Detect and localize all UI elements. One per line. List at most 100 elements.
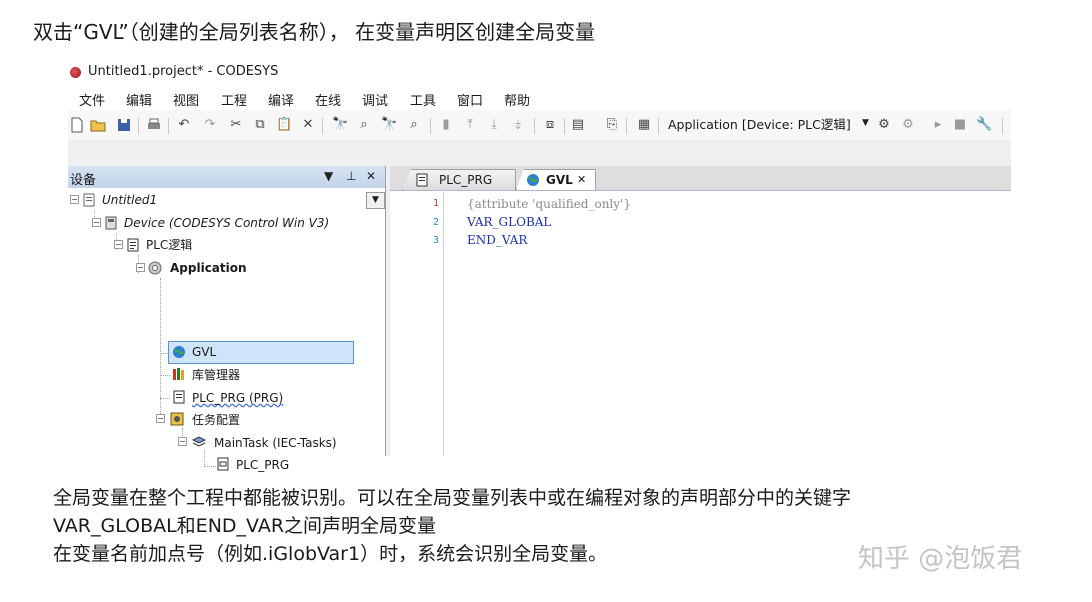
copy-icon[interactable]: ⧉ [252, 117, 268, 133]
find-replace-icon[interactable]: ⌕ [406, 117, 422, 133]
tab-label: PLC_PRG [439, 173, 493, 187]
line-number: 1 [432, 198, 439, 209]
tree-node-application[interactable]: Application [170, 259, 247, 277]
menu-help[interactable]: 帮助 [504, 90, 530, 109]
toolbar-band [68, 140, 1011, 166]
editor-tab-strip: PLC_PRG GVL ✕ [390, 166, 1011, 191]
menu-debug[interactable]: 调试 [362, 90, 388, 109]
caption-body: 全局变量在整个工程中都能被识别。可以在全局变量列表中或在编程对象的声明部分中的关… [53, 484, 851, 568]
task-layers-icon [192, 436, 206, 447]
collapse-toggle[interactable]: − [114, 240, 123, 249]
code-line-var-global[interactable]: VAR_GLOBAL [467, 215, 551, 229]
add-object-icon[interactable]: ▤ [570, 117, 586, 133]
start-icon[interactable]: ▸ [930, 117, 946, 133]
menu-window[interactable]: 窗口 [457, 90, 483, 109]
tree-node-task-plc-prg[interactable]: PLC_PRG [236, 456, 289, 474]
open-folder-icon[interactable] [90, 117, 106, 133]
devices-pane-header: 设备 ▼ ⊥ ✕ [68, 166, 385, 188]
caption-line: 全局变量在整个工程中都能被识别。可以在全局变量列表中或在编程对象的声明部分中的关… [53, 487, 852, 509]
collapse-toggle[interactable]: − [70, 195, 79, 204]
caption-line: 在变量名前加点号（例如.iGlobVar1）时，系统会识别全局变量。 [53, 543, 608, 565]
globe-icon [527, 174, 539, 186]
codesys-app-icon [70, 67, 81, 78]
close-icon[interactable]: ✕ [366, 169, 376, 183]
tree-node-plc-logic[interactable]: PLC逻辑 [146, 236, 192, 254]
replace-icon[interactable]: 🔭 [381, 117, 397, 133]
redo-icon[interactable]: ↷ [202, 117, 218, 133]
caption-line: VAR_GLOBAL和END_VAR之间声明全局变量 [53, 515, 437, 537]
menu-view[interactable]: 视图 [173, 90, 199, 109]
menu-file[interactable]: 文件 [79, 90, 105, 109]
tab-plc-prg[interactable]: PLC_PRG [402, 169, 516, 190]
chevron-down-icon[interactable]: ▼ [324, 169, 333, 183]
print-icon[interactable] [146, 117, 162, 133]
tree-node-device[interactable]: Device (CODESYS Control Win V3) [124, 214, 329, 232]
collapse-toggle[interactable]: − [156, 414, 165, 423]
devices-pane-title: 设备 [70, 173, 97, 188]
window-title: Untitled1.project* - CODESYS [88, 64, 279, 79]
program-icon [416, 173, 428, 187]
codesys-window: Untitled1.project* - CODESYS 文件 编辑 视图 工程… [68, 60, 1011, 472]
find-icon[interactable]: 🔭 [332, 117, 348, 133]
menu-project[interactable]: 工程 [221, 90, 247, 109]
library-books-icon [173, 368, 184, 380]
tree-dropdown-button[interactable]: ▼ [366, 192, 385, 209]
cut-icon[interactable]: ✂ [228, 117, 244, 133]
line-number: 3 [432, 235, 439, 246]
chevron-down-icon[interactable]: ▼ [862, 118, 869, 128]
line-number-gutter: 1 2 3 [390, 190, 444, 456]
tree-node-plc-prg[interactable]: PLC_PRG (PRG) [192, 389, 283, 407]
collapse-toggle[interactable]: − [92, 218, 101, 227]
menu-edit[interactable]: 编辑 [126, 90, 152, 109]
save-icon[interactable] [116, 117, 132, 133]
tree-node-gvl[interactable]: GVL [192, 343, 216, 361]
code-line-attribute[interactable]: {attribute 'qualified_only'} [467, 197, 631, 211]
code-line-end-var[interactable]: END_VAR [467, 233, 527, 247]
program-call-icon [217, 457, 229, 471]
globe-icon [173, 346, 185, 358]
pin-icon[interactable]: ⊥ [346, 169, 356, 183]
project-icon [83, 193, 95, 207]
tree-node-main-task[interactable]: MainTask (IEC-Tasks) [214, 434, 337, 452]
bookmark-icon[interactable]: ▮ [438, 117, 454, 133]
login-icon[interactable]: ⚙ [876, 117, 892, 133]
collapse-toggle[interactable]: − [136, 263, 145, 272]
title-bar: Untitled1.project* - CODESYS [68, 60, 1011, 86]
menu-build[interactable]: 编译 [268, 90, 294, 109]
menu-bar: 文件 编辑 视图 工程 编译 在线 调试 工具 窗口 帮助 [68, 86, 1011, 110]
menu-online[interactable]: 在线 [315, 90, 341, 109]
collapse-toggle[interactable]: − [178, 437, 187, 446]
line-number: 2 [432, 217, 439, 228]
bookmark-next-icon[interactable]: ⤓ [486, 117, 502, 133]
active-application-combo[interactable]: Application [Device: PLC逻辑] [668, 116, 851, 134]
toolbar: ↶ ↷ ✂ ⧉ 📋 ✕ 🔭 ⌕ 🔭 ⌕ ▮ ⤒ ⤓ ⤈ ⧈ ▤ ⎘ ▦ Appl… [68, 110, 1011, 140]
tab-gvl[interactable]: GVL ✕ [516, 169, 596, 190]
close-icon[interactable]: ✕ [577, 170, 586, 190]
new-file-icon[interactable] [69, 117, 85, 133]
delete-icon[interactable]: ✕ [300, 117, 316, 133]
tree-node-untitled1[interactable]: Untitled1 [102, 191, 157, 209]
plc-logic-icon [127, 238, 139, 252]
export-icon[interactable]: ⎘ [604, 117, 620, 133]
menu-tools[interactable]: 工具 [410, 90, 436, 109]
calendar-icon[interactable]: ▦ [636, 117, 652, 133]
find-next-icon[interactable]: ⌕ [356, 117, 372, 133]
caption-top: 双击“GVL”（创建的全局列表名称）， 在变量声明区创建全局变量 [33, 20, 596, 44]
windows-icon[interactable]: ⧈ [542, 117, 558, 133]
paste-icon[interactable]: 📋 [276, 117, 292, 133]
application-gear-icon [148, 261, 162, 275]
devices-pane: 设备 ▼ ⊥ ✕ ▼ − Untitled1 − Device (CODESYS… [68, 166, 386, 472]
tab-label: GVL [546, 173, 573, 187]
undo-icon[interactable]: ↶ [176, 117, 192, 133]
tree-node-task-config[interactable]: 任务配置 [192, 411, 240, 429]
watermark: 知乎 @泡饭君 [858, 544, 1023, 574]
logout-icon[interactable]: ⚙ [900, 117, 916, 133]
program-icon [173, 390, 185, 404]
bookmark-prev-icon[interactable]: ⤒ [462, 117, 478, 133]
device-icon [105, 216, 117, 230]
stop-icon[interactable]: ■ [952, 117, 968, 133]
bookmark-clear-icon[interactable]: ⤈ [510, 117, 526, 133]
tree-node-library-manager[interactable]: 库管理器 [192, 366, 240, 384]
reset-icon[interactable]: 🔧 [976, 117, 992, 133]
task-config-icon [170, 412, 184, 426]
